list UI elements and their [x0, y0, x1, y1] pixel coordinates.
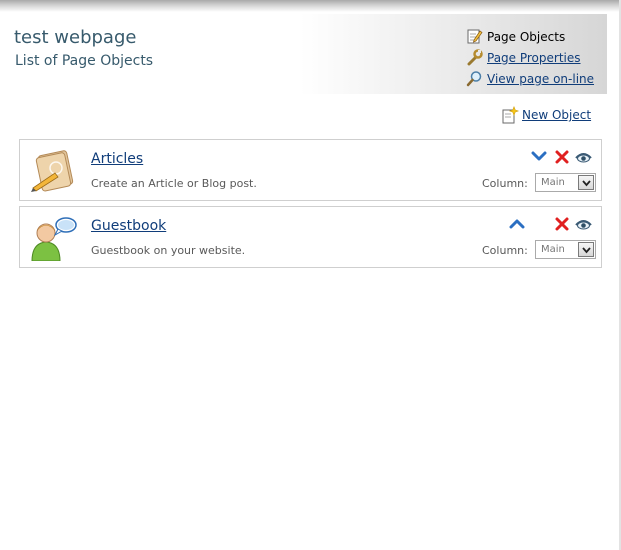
magnifier-icon: [466, 70, 483, 87]
visibility-eye-icon[interactable]: [575, 216, 592, 232]
menu-label-page-objects: Page Objects: [487, 29, 566, 44]
dropdown-arrow-icon[interactable]: [578, 242, 594, 257]
view-online-link[interactable]: View page on-line: [487, 72, 594, 86]
column-label: Column:: [482, 177, 528, 190]
object-title-link[interactable]: Guestbook: [91, 218, 166, 234]
page-subtitle: List of Page Objects: [15, 53, 154, 69]
wrench-icon: [466, 49, 483, 66]
move-down-icon[interactable]: [531, 149, 547, 165]
user-speech-bubble-icon: [28, 215, 78, 262]
new-page-sparkle-icon: [501, 105, 520, 124]
object-panel-guestbook: Guestbook Guestbook on your website. Col…: [19, 206, 602, 268]
page-properties-link[interactable]: Page Properties: [487, 51, 581, 65]
menu-item-page-properties[interactable]: Page Properties: [466, 47, 606, 68]
move-up-icon[interactable]: [509, 216, 525, 232]
column-select-value: Main: [541, 177, 565, 188]
top-shadow: [0, 0, 621, 12]
delete-icon[interactable]: [554, 216, 570, 232]
menu-item-view-online[interactable]: View page on-line: [466, 68, 606, 89]
column-label: Column:: [482, 244, 528, 257]
notebook-pencil-icon: [28, 148, 78, 194]
column-select[interactable]: Main: [535, 173, 596, 192]
visibility-eye-icon[interactable]: [575, 149, 592, 165]
delete-icon[interactable]: [554, 149, 570, 165]
new-object-link[interactable]: New Object: [522, 108, 591, 122]
object-description: Create an Article or Blog post.: [91, 177, 257, 190]
page-title: test webpage: [14, 27, 137, 48]
new-object-action[interactable]: New Object: [501, 105, 591, 124]
column-select[interactable]: Main: [535, 240, 596, 259]
page-header: test webpage List of Page Objects Page O…: [0, 12, 607, 94]
object-description: Guestbook on your website.: [91, 244, 246, 257]
edit-page-icon: [466, 28, 483, 45]
header-menu: Page Objects Page Properties View page o…: [466, 26, 606, 89]
menu-item-page-objects: Page Objects: [466, 26, 606, 47]
object-panel-articles: Articles Create an Article or Blog post.…: [19, 139, 602, 201]
object-title-link[interactable]: Articles: [91, 151, 143, 167]
dropdown-arrow-icon[interactable]: [578, 175, 594, 190]
column-select-value: Main: [541, 244, 565, 255]
